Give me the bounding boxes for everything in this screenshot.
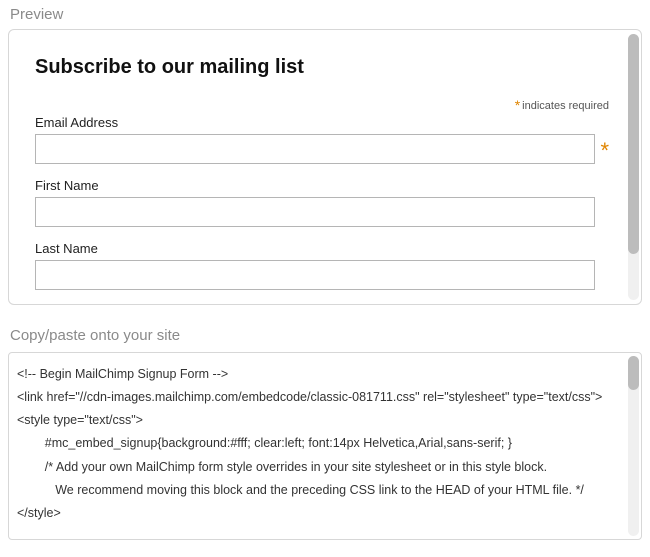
copy-section-label: Copy/paste onto your site: [0, 305, 650, 352]
last-name-label: Last Name: [35, 241, 615, 256]
code-scrollbar[interactable]: [628, 356, 639, 536]
last-name-field[interactable]: [35, 260, 595, 290]
code-panel: <!-- Begin MailChimp Signup Form --> <li…: [8, 352, 642, 540]
email-field[interactable]: [35, 134, 595, 164]
preview-panel: Subscribe to our mailing list *indicates…: [8, 29, 642, 305]
email-field-wrap: *: [35, 134, 615, 164]
preview-scrollbar[interactable]: [628, 34, 639, 300]
preview-section-label: Preview: [0, 0, 650, 29]
required-text: indicates required: [522, 100, 609, 112]
last-name-field-wrap: [35, 260, 615, 290]
first-name-field[interactable]: [35, 197, 595, 227]
form-title: Subscribe to our mailing list: [35, 56, 615, 79]
embed-code[interactable]: <!-- Begin MailChimp Signup Form --> <li…: [9, 353, 625, 539]
code-scrollbar-thumb[interactable]: [628, 356, 639, 390]
first-name-field-wrap: [35, 197, 615, 227]
asterisk-icon: *: [515, 97, 520, 113]
asterisk-icon: *: [600, 140, 609, 162]
first-name-label: First Name: [35, 178, 615, 193]
email-label: Email Address: [35, 115, 615, 130]
preview-scrollbar-thumb[interactable]: [628, 34, 639, 254]
preview-form: Subscribe to our mailing list *indicates…: [9, 30, 641, 290]
required-indicator: *indicates required: [35, 97, 609, 113]
